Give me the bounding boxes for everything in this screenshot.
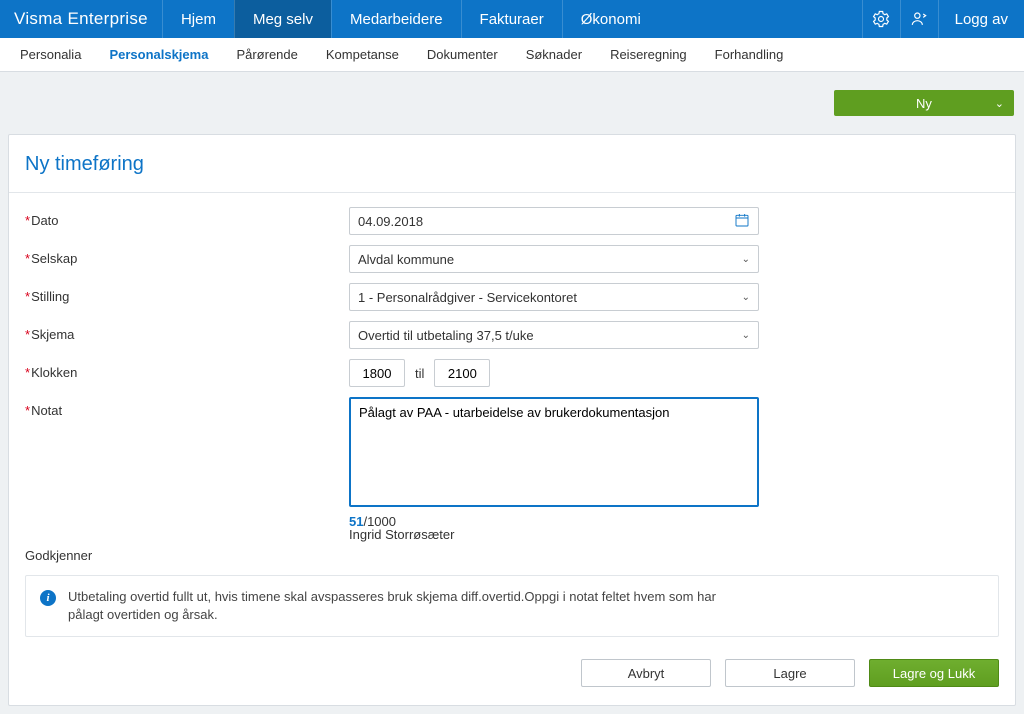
brand: Visma Enterprise [0,0,162,38]
subtab-parorende[interactable]: Pårørende [222,38,311,71]
topnav-okonomi[interactable]: Økonomi [562,0,659,38]
topnav-meg-selv[interactable]: Meg selv [234,0,331,38]
save-button[interactable]: Lagre [725,659,855,687]
subtab-dokumenter[interactable]: Dokumenter [413,38,512,71]
godkjenner-value: Ingrid Storrøsæter [349,527,999,542]
topbar: Visma Enterprise Hjem Meg selv Medarbeid… [0,0,1024,38]
label-dato: Dato [31,213,58,228]
chevron-down-icon: ⌄ [995,97,1004,110]
topnav-fakturaer[interactable]: Fakturaer [461,0,562,38]
row-klokken: *Klokken til [25,359,999,387]
row-skjema: *Skjema Overtid til utbetaling 37,5 t/uk… [25,321,999,349]
label-klokken: Klokken [31,365,77,380]
subtab-personalia[interactable]: Personalia [6,38,95,71]
logoff-link[interactable]: Logg av [938,0,1024,38]
cancel-button[interactable]: Avbryt [581,659,711,687]
sub-tabs: Personalia Personalskjema Pårørende Komp… [0,38,1024,72]
skjema-select[interactable]: Overtid til utbetaling 37,5 t/uke ⌄ [349,321,759,349]
dato-value: 04.09.2018 [358,214,423,229]
action-bar: Avbryt Lagre Lagre og Lukk [9,637,1015,695]
ny-dropdown[interactable]: Ny ⌄ [834,90,1014,116]
dato-input[interactable]: 04.09.2018 [349,207,759,235]
subtab-forhandling[interactable]: Forhandling [701,38,798,71]
calendar-icon[interactable] [734,212,750,231]
topnav-medarbeidere[interactable]: Medarbeidere [331,0,461,38]
row-stilling: *Stilling 1 - Personalrådgiver - Service… [25,283,999,311]
klokken-from-input[interactable] [349,359,405,387]
form: *Dato 04.09.2018 *Selskap Alvdal kommune… [9,207,1015,563]
panel-divider [9,192,1015,193]
chevron-down-icon: ⌄ [742,254,750,265]
stilling-select[interactable]: 1 - Personalrådgiver - Servicekontoret ⌄ [349,283,759,311]
notat-textarea[interactable]: Pålagt av PAA - utarbeidelse av brukerdo… [349,397,759,507]
label-selskap: Selskap [31,251,77,266]
form-panel: Ny timeføring *Dato 04.09.2018 *Selskap … [8,134,1016,706]
label-stilling: Stilling [31,289,69,304]
ny-dropdown-label: Ny [916,96,932,111]
klokken-til-label: til [415,366,424,381]
ny-bar: Ny ⌄ [0,72,1024,134]
save-close-button[interactable]: Lagre og Lukk [869,659,999,687]
subtab-kompetanse[interactable]: Kompetanse [312,38,413,71]
subtab-soknader[interactable]: Søknader [512,38,596,71]
row-notat: *Notat Pålagt av PAA - utarbeidelse av b… [25,397,999,542]
info-icon: i [40,590,56,606]
panel-title: Ny timeføring [9,135,1015,192]
topnav-hjem[interactable]: Hjem [162,0,234,38]
subtab-personalskjema[interactable]: Personalskjema [95,38,222,71]
chevron-down-icon: ⌄ [742,292,750,303]
subtab-reiseregning[interactable]: Reiseregning [596,38,701,71]
row-godkjenner: Godkjenner [25,546,999,563]
settings-icon[interactable] [862,0,900,38]
info-text: Utbetaling overtid fullt ut, hvis timene… [68,588,748,624]
top-nav: Hjem Meg selv Medarbeidere Fakturaer Øko… [162,0,659,38]
stilling-value: 1 - Personalrådgiver - Servicekontoret [358,290,577,305]
selskap-value: Alvdal kommune [358,252,454,267]
user-switch-icon[interactable] [900,0,938,38]
chevron-down-icon: ⌄ [742,330,750,341]
label-godkjenner: Godkjenner [25,548,92,563]
klokken-to-input[interactable] [434,359,490,387]
row-selskap: *Selskap Alvdal kommune ⌄ [25,245,999,273]
label-notat: Notat [31,403,62,418]
row-dato: *Dato 04.09.2018 [25,207,999,235]
info-box: i Utbetaling overtid fullt ut, hvis time… [25,575,999,637]
label-skjema: Skjema [31,327,74,342]
skjema-value: Overtid til utbetaling 37,5 t/uke [358,328,534,343]
selskap-select[interactable]: Alvdal kommune ⌄ [349,245,759,273]
